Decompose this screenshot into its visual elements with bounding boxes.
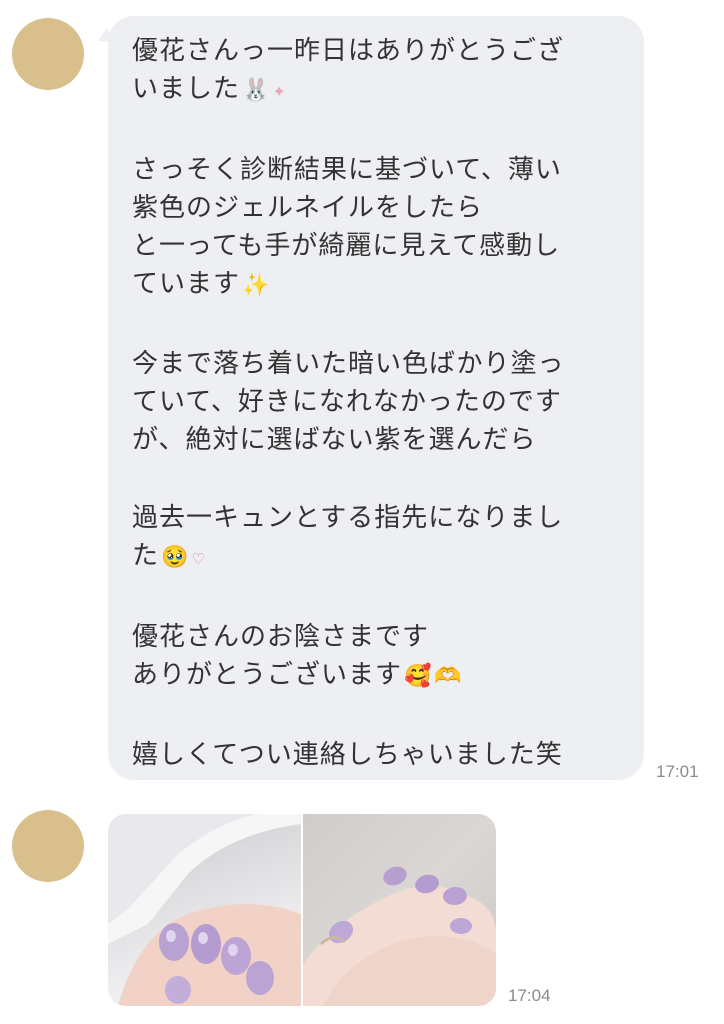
message-time: 17:01 — [656, 762, 699, 781]
message-line: いました🐰 ✦ — [132, 74, 287, 104]
message-line: 優花さんのお陰さまです — [132, 622, 430, 652]
message-line: が、絶対に選ばない紫を選んだら — [132, 425, 537, 455]
message-line: 過去一キュンとする指先になりまし — [132, 503, 564, 533]
message-paragraph: さっそく診断結果に基づいて、薄い 紫色のジェルネイルをしたらと一っても手が綺麗に見… — [132, 151, 644, 305]
bunny-emoji-icon: 🐰 — [242, 78, 271, 103]
nail-photo[interactable] — [303, 814, 496, 1006]
avatar[interactable] — [12, 810, 84, 882]
sparkle-pink-icon: ✦ — [272, 82, 287, 101]
message-line: た🥹 ♡ — [132, 541, 206, 571]
message-line: ていて、好きになれなかったのです — [132, 387, 562, 417]
heart-doodle-icon: ♡ — [191, 550, 206, 568]
nail-photo-image — [303, 866, 496, 1006]
pleading-face-emoji-icon: 🥹 — [161, 545, 190, 570]
message-line: さっそく診断結果に基づいて、薄い — [132, 155, 562, 185]
heart-hands-emoji-icon: 🫶 — [434, 664, 463, 689]
message-line: 紫色のジェルネイルをしたら — [132, 193, 484, 223]
sparkles-emoji-icon: ✨ — [242, 273, 271, 298]
message-line: ています✨ — [132, 269, 271, 299]
message-bubble[interactable]: 優花さんっ一昨日はありがとうござ いました🐰 ✦ さっそく診断結果に基づいて、薄い 紫色… — [108, 16, 644, 780]
photo-message[interactable] — [108, 814, 496, 1006]
message-paragraph: 優花さんのお陰さまですありがとうございます🥰🫶 — [132, 618, 644, 696]
smiling-hearts-emoji-icon: 🥰 — [404, 664, 433, 689]
message-time: 17:04 — [508, 986, 551, 1005]
message-paragraph: 優花さんっ一昨日はありがとうござ いました🐰 ✦ — [132, 32, 644, 111]
message-line: と一っても手が綺麗に見えて感動し — [132, 231, 561, 261]
message-paragraph: 嬉しくてつい連絡しちゃいました笑 — [132, 736, 644, 774]
message-line: 嬉しくてつい連絡しちゃいました笑 — [132, 740, 563, 770]
message-line: 優花さんっ一昨日はありがとうござ — [132, 36, 565, 66]
message-line: ありがとうございます🥰🫶 — [132, 660, 463, 690]
message-paragraph: 過去一キュンとする指先になりまし た🥹 ♡ — [132, 499, 644, 578]
nail-photo-image — [108, 814, 301, 1006]
message-paragraph: 今まで落ち着いた暗い色ばかり塗っ ていて、好きになれなかったのです が、絶対に選ばな… — [132, 345, 644, 459]
message-line: 今まで落ち着いた暗い色ばかり塗っ — [132, 349, 565, 379]
avatar[interactable] — [12, 18, 84, 90]
nail-photo[interactable] — [108, 814, 301, 1006]
